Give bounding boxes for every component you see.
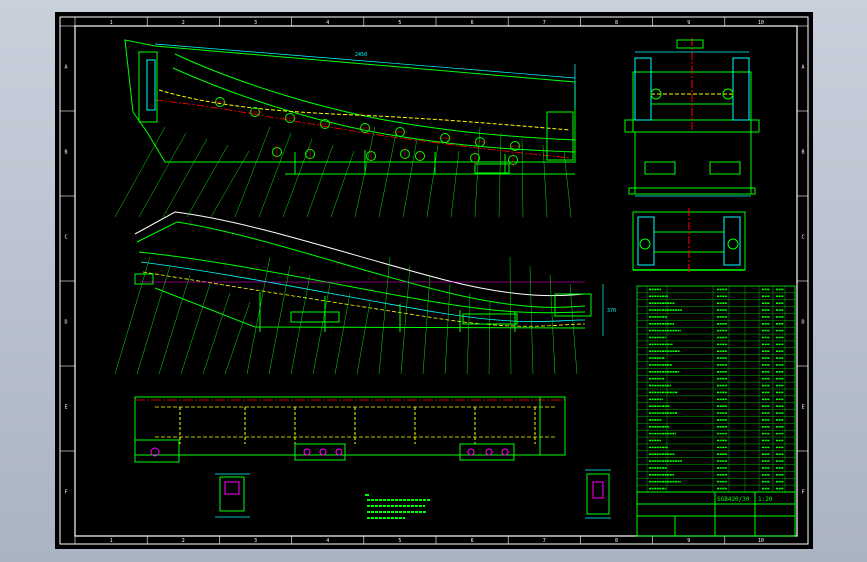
section-detail-right: [585, 469, 611, 519]
zone-markers-right: A B C D E F: [797, 25, 808, 496]
zone-label-top: 9: [687, 20, 690, 26]
drawing-sheet: 1 2 3 4 5 6 7 8 9 10 1 2 3 4 5 6 7 8 9 10 A B C D E F A B C D E F 24…: [59, 16, 809, 545]
drawing-scale: 1:20: [758, 496, 773, 503]
cad-viewport[interactable]: 1 2 3 4 5 6 7 8 9 10 1 2 3 4 5 6 7 8 9 10 A B C D E F A B C D E F 24…: [55, 12, 813, 549]
svg-text:370: 370: [607, 308, 616, 314]
zone-label-top: 7: [543, 20, 546, 26]
title-block: SGB420/30 1:20: [636, 491, 796, 537]
zone-label-right: E: [801, 405, 804, 411]
zone-label-bottom: 4: [326, 538, 329, 544]
zone-markers-top: 1 2 3 4 5 6 7 8 9 10: [74, 17, 764, 26]
end-view-middle: [632, 208, 746, 274]
zone-label-right: D: [801, 320, 804, 326]
zone-label-bottom: 10: [758, 538, 764, 544]
svg-text:2450: 2450: [355, 52, 367, 58]
zone-label-bottom: 9: [687, 538, 690, 544]
zone-label-top: 6: [471, 20, 474, 26]
zone-label-left: C: [64, 235, 67, 241]
zone-label-left: B: [64, 150, 67, 156]
upper-elevation-view: 2450: [124, 39, 576, 175]
zone-label-top: 2: [182, 20, 185, 26]
zone-label-left: D: [64, 320, 67, 326]
middle-section-view: 370: [134, 211, 616, 336]
zone-markers-left: A B C D E F: [60, 25, 75, 496]
zone-label-right: B: [801, 150, 804, 156]
zone-label-left: E: [64, 405, 67, 411]
zone-label-bottom: 3: [254, 538, 257, 544]
zone-label-top: 10: [758, 20, 764, 26]
zone-label-left: F: [64, 490, 67, 496]
inner-frame: [74, 25, 798, 537]
zone-label-right: F: [801, 490, 804, 496]
zone-markers-bottom: 1 2 3 4 5 6 7 8 9 10: [74, 536, 764, 544]
zone-label-right: C: [801, 235, 804, 241]
zone-label-bottom: 5: [398, 538, 401, 544]
zone-label-top: 3: [254, 20, 257, 26]
zone-label-left: A: [64, 65, 67, 71]
zone-label-bottom: 6: [471, 538, 474, 544]
drawing-number: SGB420/30: [717, 496, 750, 503]
zone-label-right: A: [801, 65, 804, 71]
zone-label-top: 8: [615, 20, 618, 26]
section-detail-left: [215, 473, 250, 518]
zone-label-top: 5: [398, 20, 401, 26]
zone-label-top: 1: [110, 20, 113, 26]
outer-frame: [59, 16, 809, 545]
zone-label-bottom: 8: [615, 538, 618, 544]
technical-notes: [365, 494, 430, 519]
parts-list: [636, 285, 796, 493]
plan-view: [134, 396, 566, 463]
zone-label-bottom: 2: [182, 538, 185, 544]
zone-label-top: 4: [326, 20, 329, 26]
zone-label-bottom: 1: [110, 538, 113, 544]
end-view-top: [624, 38, 760, 197]
zone-label-bottom: 7: [543, 538, 546, 544]
